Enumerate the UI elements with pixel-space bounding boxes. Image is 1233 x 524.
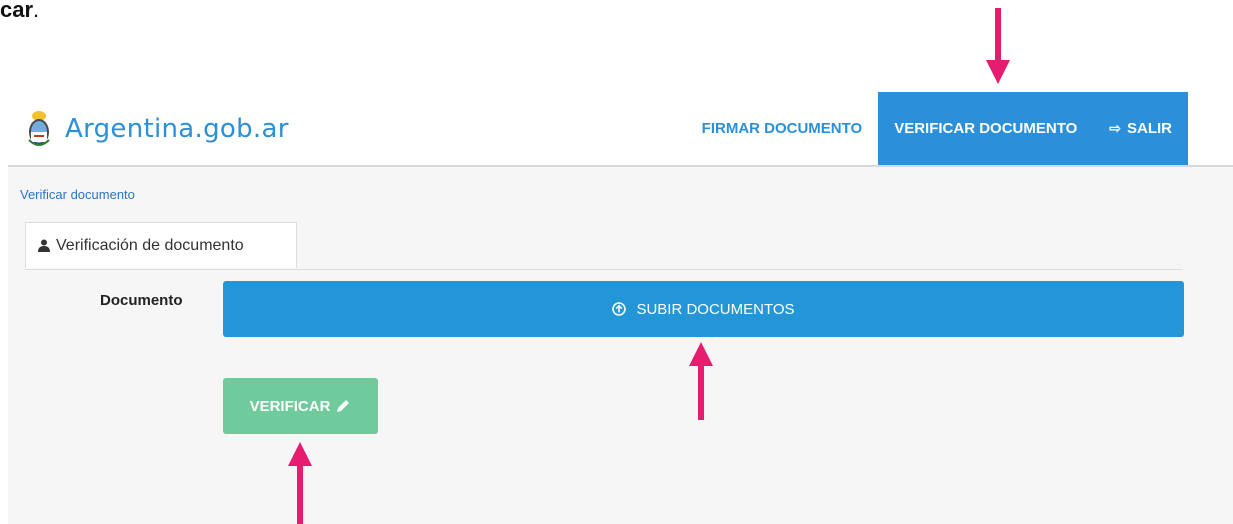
main-content: Verificar documento Verificación de docu…	[8, 167, 1233, 524]
verify-button[interactable]: VERIFICAR	[223, 378, 378, 434]
nav-active-group: VERIFICAR DOCUMENTO ⇨ SALIR	[878, 92, 1188, 165]
coat-of-arms-icon	[28, 111, 50, 146]
top-caption: car.	[0, 0, 40, 22]
user-icon	[38, 239, 50, 252]
sign-out-icon: ⇨	[1109, 120, 1121, 136]
tab-document-verification[interactable]: Verificación de documento	[25, 222, 297, 268]
upload-button-label: SUBIR DOCUMENTOS	[636, 300, 795, 318]
arrow-down-icon	[986, 8, 1010, 84]
brand-logo[interactable]: Argentina.gob.ar	[25, 110, 289, 148]
nav-logout[interactable]: ⇨ SALIR	[1093, 92, 1188, 165]
caption-suffix: .	[33, 0, 40, 22]
breadcrumb[interactable]: Verificar documento	[20, 187, 135, 202]
nav-logout-label: SALIR	[1127, 120, 1172, 137]
arrow-up-icon	[689, 342, 713, 420]
tab-label: Verificación de documento	[56, 236, 244, 254]
caption-bold: car	[0, 0, 34, 22]
site-header: Argentina.gob.ar FIRMAR DOCUMENTO VERIFI…	[8, 92, 1233, 167]
main-nav: FIRMAR DOCUMENTO VERIFICAR DOCUMENTO ⇨ S…	[686, 92, 1188, 165]
screenshot-root: car. Argentina.gob.ar FIRMAR DOCUMENTO V…	[0, 0, 1233, 524]
nav-verify-document[interactable]: VERIFICAR DOCUMENTO	[878, 92, 1094, 165]
upload-circle-icon	[612, 302, 627, 316]
brand-name: Argentina.gob.ar	[65, 114, 289, 144]
tab-divider	[25, 269, 1183, 270]
pencil-icon	[337, 400, 350, 412]
document-field-label: Documento	[100, 292, 183, 309]
nav-sign-document[interactable]: FIRMAR DOCUMENTO	[686, 92, 879, 165]
arrow-up-icon	[288, 442, 312, 524]
verify-button-label: VERIFICAR	[249, 397, 331, 415]
upload-documents-button[interactable]: SUBIR DOCUMENTOS	[223, 281, 1184, 337]
